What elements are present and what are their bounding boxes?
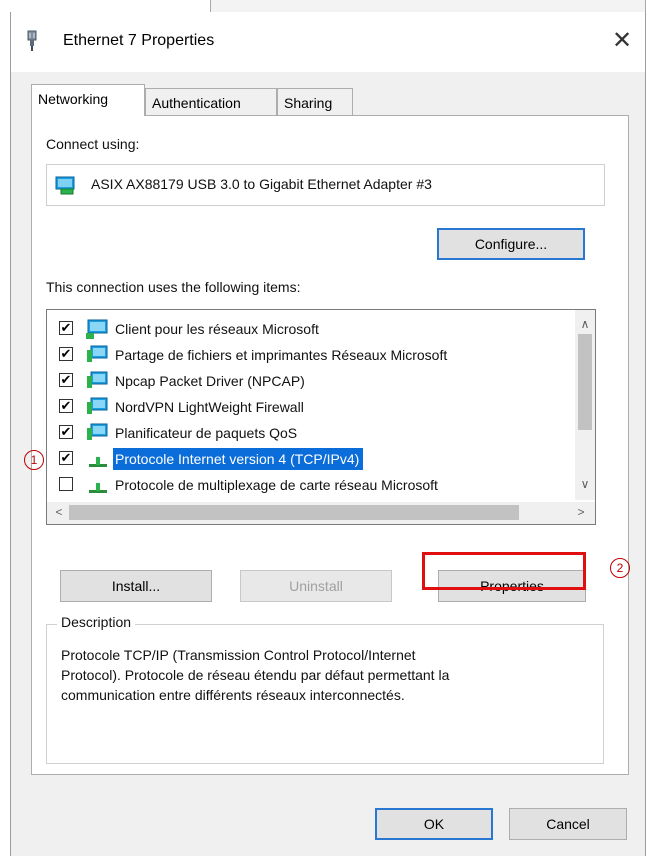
adapter-field: ASIX AX88179 USB 3.0 to Gigabit Ethernet… (46, 164, 605, 206)
item-checkbox[interactable]: ✔ (59, 425, 73, 439)
properties-highlight (422, 552, 586, 590)
items-list[interactable]: ✔ Client pour les réseaux Microsoft ✔ Pa… (46, 309, 596, 525)
cancel-button[interactable]: Cancel (509, 808, 627, 840)
network-client-icon (86, 319, 108, 339)
item-label: NordVPN LightWeight Firewall (115, 399, 304, 415)
uninstall-button: Uninstall (240, 570, 392, 602)
description-line: Protocole TCP/IP (Transmission Control P… (61, 647, 416, 663)
list-item[interactable]: ✔ Client pour les réseaux Microsoft (51, 316, 571, 342)
item-checkbox[interactable] (59, 477, 73, 491)
properties-dialog: Ethernet 7 Properties ✕ Networking Authe… (10, 12, 646, 856)
vertical-scrollbar[interactable]: ∧ ∨ (575, 310, 595, 500)
list-item-selected[interactable]: ✔ Protocole Internet version 4 (TCP/IPv4… (51, 446, 571, 472)
dialog-title: Ethernet 7 Properties (63, 32, 215, 49)
ok-button[interactable]: OK (375, 808, 493, 840)
item-checkbox[interactable]: ✔ (59, 451, 73, 465)
step-1-callout: 1 (24, 450, 44, 470)
network-service-icon (87, 397, 108, 414)
scroll-up-icon[interactable]: ∧ (575, 314, 595, 334)
description-title: Description (57, 614, 136, 630)
tab-sharing[interactable]: Sharing (277, 88, 353, 116)
description-group: Description Protocole TCP/IP (Transmissi… (46, 614, 604, 764)
item-label: Planificateur de paquets QoS (115, 425, 298, 441)
network-adapter-icon (55, 176, 75, 195)
horizontal-scroll-thumb[interactable] (69, 505, 519, 520)
dialog-body: Networking Authentication Sharing Connec… (11, 72, 645, 856)
connect-using-label: Connect using: (46, 136, 140, 152)
step-2-callout: 2 (610, 558, 630, 578)
item-checkbox[interactable]: ✔ (59, 347, 73, 361)
close-button[interactable]: ✕ (607, 26, 637, 56)
network-service-icon (87, 345, 108, 362)
item-label: Npcap Packet Driver (NPCAP) (115, 373, 305, 389)
protocol-icon (89, 457, 107, 467)
item-checkbox[interactable]: ✔ (59, 321, 73, 335)
network-service-icon (87, 423, 108, 440)
protocol-icon (89, 483, 107, 493)
scroll-down-icon[interactable]: ∨ (575, 474, 595, 494)
scroll-right-icon[interactable]: > (571, 502, 591, 522)
list-item[interactable]: ✔ Partage de fichiers et imprimantes Rés… (51, 342, 571, 368)
tab-authentication[interactable]: Authentication (145, 88, 277, 116)
tab-networking[interactable]: Networking (31, 84, 145, 116)
install-button[interactable]: Install... (60, 570, 212, 602)
list-item[interactable]: ✔ Npcap Packet Driver (NPCAP) (51, 368, 571, 394)
scroll-left-icon[interactable]: < (49, 502, 69, 522)
ethernet-plug-icon (27, 30, 37, 51)
description-text: Protocole TCP/IP (Transmission Control P… (61, 645, 601, 705)
configure-button[interactable]: Configure... (437, 228, 585, 260)
item-label: Client pour les réseaux Microsoft (115, 321, 319, 337)
item-checkbox[interactable]: ✔ (59, 399, 73, 413)
list-item[interactable]: ✔ Planificateur de paquets QoS (51, 420, 571, 446)
item-label: Protocole de multiplexage de carte résea… (115, 477, 438, 493)
horizontal-scrollbar[interactable]: < > (47, 502, 595, 524)
item-checkbox[interactable]: ✔ (59, 373, 73, 387)
item-label: Partage de fichiers et imprimantes Résea… (115, 347, 448, 363)
network-service-icon (87, 371, 108, 388)
description-line: Protocol). Protocole de réseau étendu pa… (61, 667, 450, 683)
adapter-name: ASIX AX88179 USB 3.0 to Gigabit Ethernet… (91, 176, 432, 192)
list-item[interactable]: ✔ NordVPN LightWeight Firewall (51, 394, 571, 420)
scroll-thumb[interactable] (578, 334, 592, 430)
list-item[interactable]: Protocole de multiplexage de carte résea… (51, 472, 571, 498)
items-label: This connection uses the following items… (46, 279, 301, 295)
networking-panel: Connect using: ASIX AX88179 USB 3.0 to G… (31, 115, 629, 775)
title-bar: Ethernet 7 Properties ✕ (11, 12, 645, 72)
description-line: communication entre différents réseaux i… (61, 687, 405, 703)
item-label: Protocole Internet version 4 (TCP/IPv4) (113, 448, 364, 470)
